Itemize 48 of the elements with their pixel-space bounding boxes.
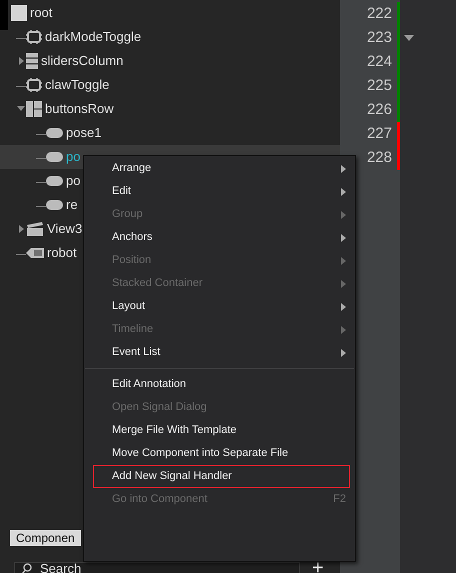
line-number: 222 [366, 4, 393, 24]
chip-icon [26, 30, 42, 44]
panel-tab[interactable]: Componen [10, 530, 81, 546]
line-number: 226 [366, 100, 393, 120]
line-number: 224 [366, 52, 393, 72]
shortcut-label: F2 [333, 492, 346, 508]
pill-icon [46, 128, 63, 138]
tree-item-label[interactable]: buttonsRow [42, 100, 118, 118]
line-number: 227 [366, 124, 393, 144]
chip-icon [26, 78, 42, 92]
menu-item[interactable]: Move Component into Separate File [85, 442, 354, 465]
tree-item-label[interactable]: clawToggle [42, 76, 114, 94]
clapperboard-icon [26, 222, 44, 236]
line-number: 228 [366, 148, 393, 168]
menu-item[interactable]: Arrange [85, 157, 354, 180]
tree-item-label[interactable]: re [63, 196, 82, 214]
line-number: 225 [366, 76, 393, 96]
search-field[interactable]: Search [14, 562, 300, 573]
line-number: 223 [366, 28, 393, 48]
menu-item[interactable]: Anchors [85, 226, 354, 249]
menu-item[interactable]: Add New Signal Handler [93, 465, 350, 488]
menu-item[interactable]: Edit Annotation [85, 373, 354, 396]
add-button[interactable]: + [310, 560, 326, 573]
column-layout-icon [26, 53, 38, 69]
tag-icon [26, 247, 44, 259]
window-edge [0, 0, 8, 30]
tree-item-label[interactable]: root [27, 4, 56, 22]
tree-item-label[interactable]: robot [44, 244, 81, 262]
pill-icon [46, 176, 63, 186]
menu-item[interactable]: Layout [85, 295, 354, 318]
tree-item-label[interactable]: darkModeToggle [42, 28, 146, 46]
row-layout-icon [26, 101, 42, 117]
tree-item-label[interactable]: pose1 [63, 124, 106, 142]
menu-item[interactable]: Edit [85, 180, 354, 203]
tree-item-label[interactable]: View3 [44, 220, 86, 238]
expanded-arrow-icon[interactable] [17, 106, 25, 112]
pill-icon [46, 200, 63, 210]
collapsed-arrow-icon[interactable] [18, 56, 24, 65]
menu-item[interactable]: Merge File With Template [85, 419, 354, 442]
search-icon [21, 562, 32, 573]
fold-arrow-icon[interactable] [404, 35, 414, 41]
tree-item-label[interactable]: slidersColumn [38, 52, 128, 70]
collapsed-arrow-icon[interactable] [18, 224, 24, 233]
square-icon [11, 5, 27, 21]
menu-item[interactable]: Event List [85, 341, 354, 364]
tree-item-label[interactable]: po [63, 148, 84, 166]
pill-icon [46, 152, 63, 162]
tree-item-label[interactable]: po [63, 172, 84, 190]
